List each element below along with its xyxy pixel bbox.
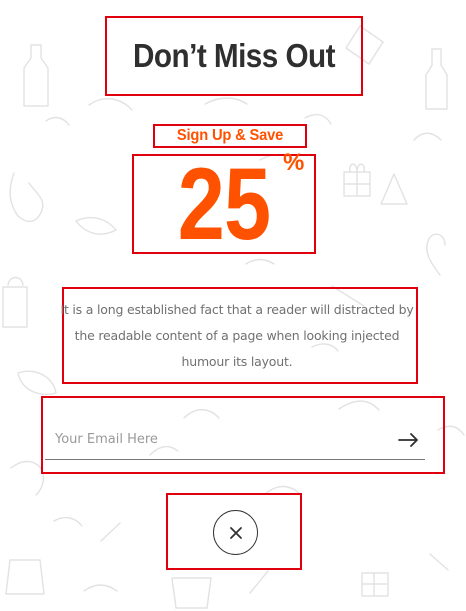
- discount-value: 25: [177, 147, 271, 261]
- popup-title: Don’t Miss Out: [133, 37, 336, 74]
- popup-subtitle: Sign Up & Save: [176, 127, 284, 144]
- close-button[interactable]: [213, 510, 258, 555]
- email-signup-form: [45, 424, 425, 460]
- arrow-right-icon[interactable]: [397, 431, 421, 449]
- close-icon: [228, 525, 244, 541]
- discount-unit: %: [283, 149, 305, 176]
- email-input[interactable]: [55, 424, 375, 454]
- popup-description: It is a long established fact that a rea…: [60, 302, 414, 369]
- newsletter-popup: Don’t Miss Out Sign Up & Save 25 % It is…: [0, 0, 466, 611]
- discount-offer: 25 %: [132, 147, 316, 261]
